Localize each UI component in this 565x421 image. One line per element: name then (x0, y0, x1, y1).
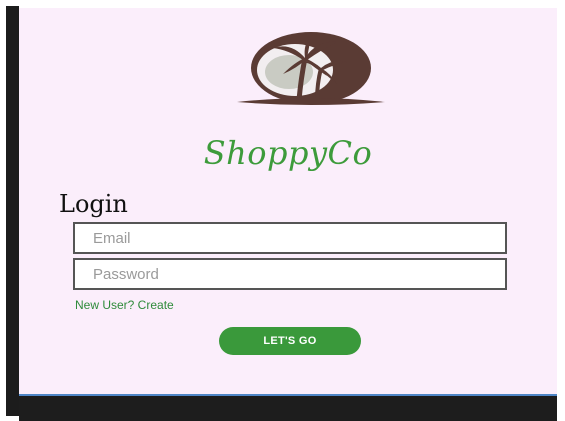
lets-go-button[interactable]: LET'S GO (219, 327, 361, 355)
device-left-edge (6, 6, 19, 416)
email-field[interactable]: Email (73, 222, 507, 254)
bottom-navigation-bar (19, 394, 557, 421)
palm-tree-logo-icon (237, 32, 385, 105)
password-field[interactable]: Password (73, 258, 507, 290)
login-title: Login (59, 190, 128, 218)
new-user-create-link[interactable]: New User? Create (75, 298, 174, 312)
login-screen: ShoppyCo Login Email Password New User? … (19, 8, 557, 394)
device-frame: ShoppyCo Login Email Password New User? … (0, 0, 565, 421)
brand-name: ShoppyCo (203, 134, 373, 172)
